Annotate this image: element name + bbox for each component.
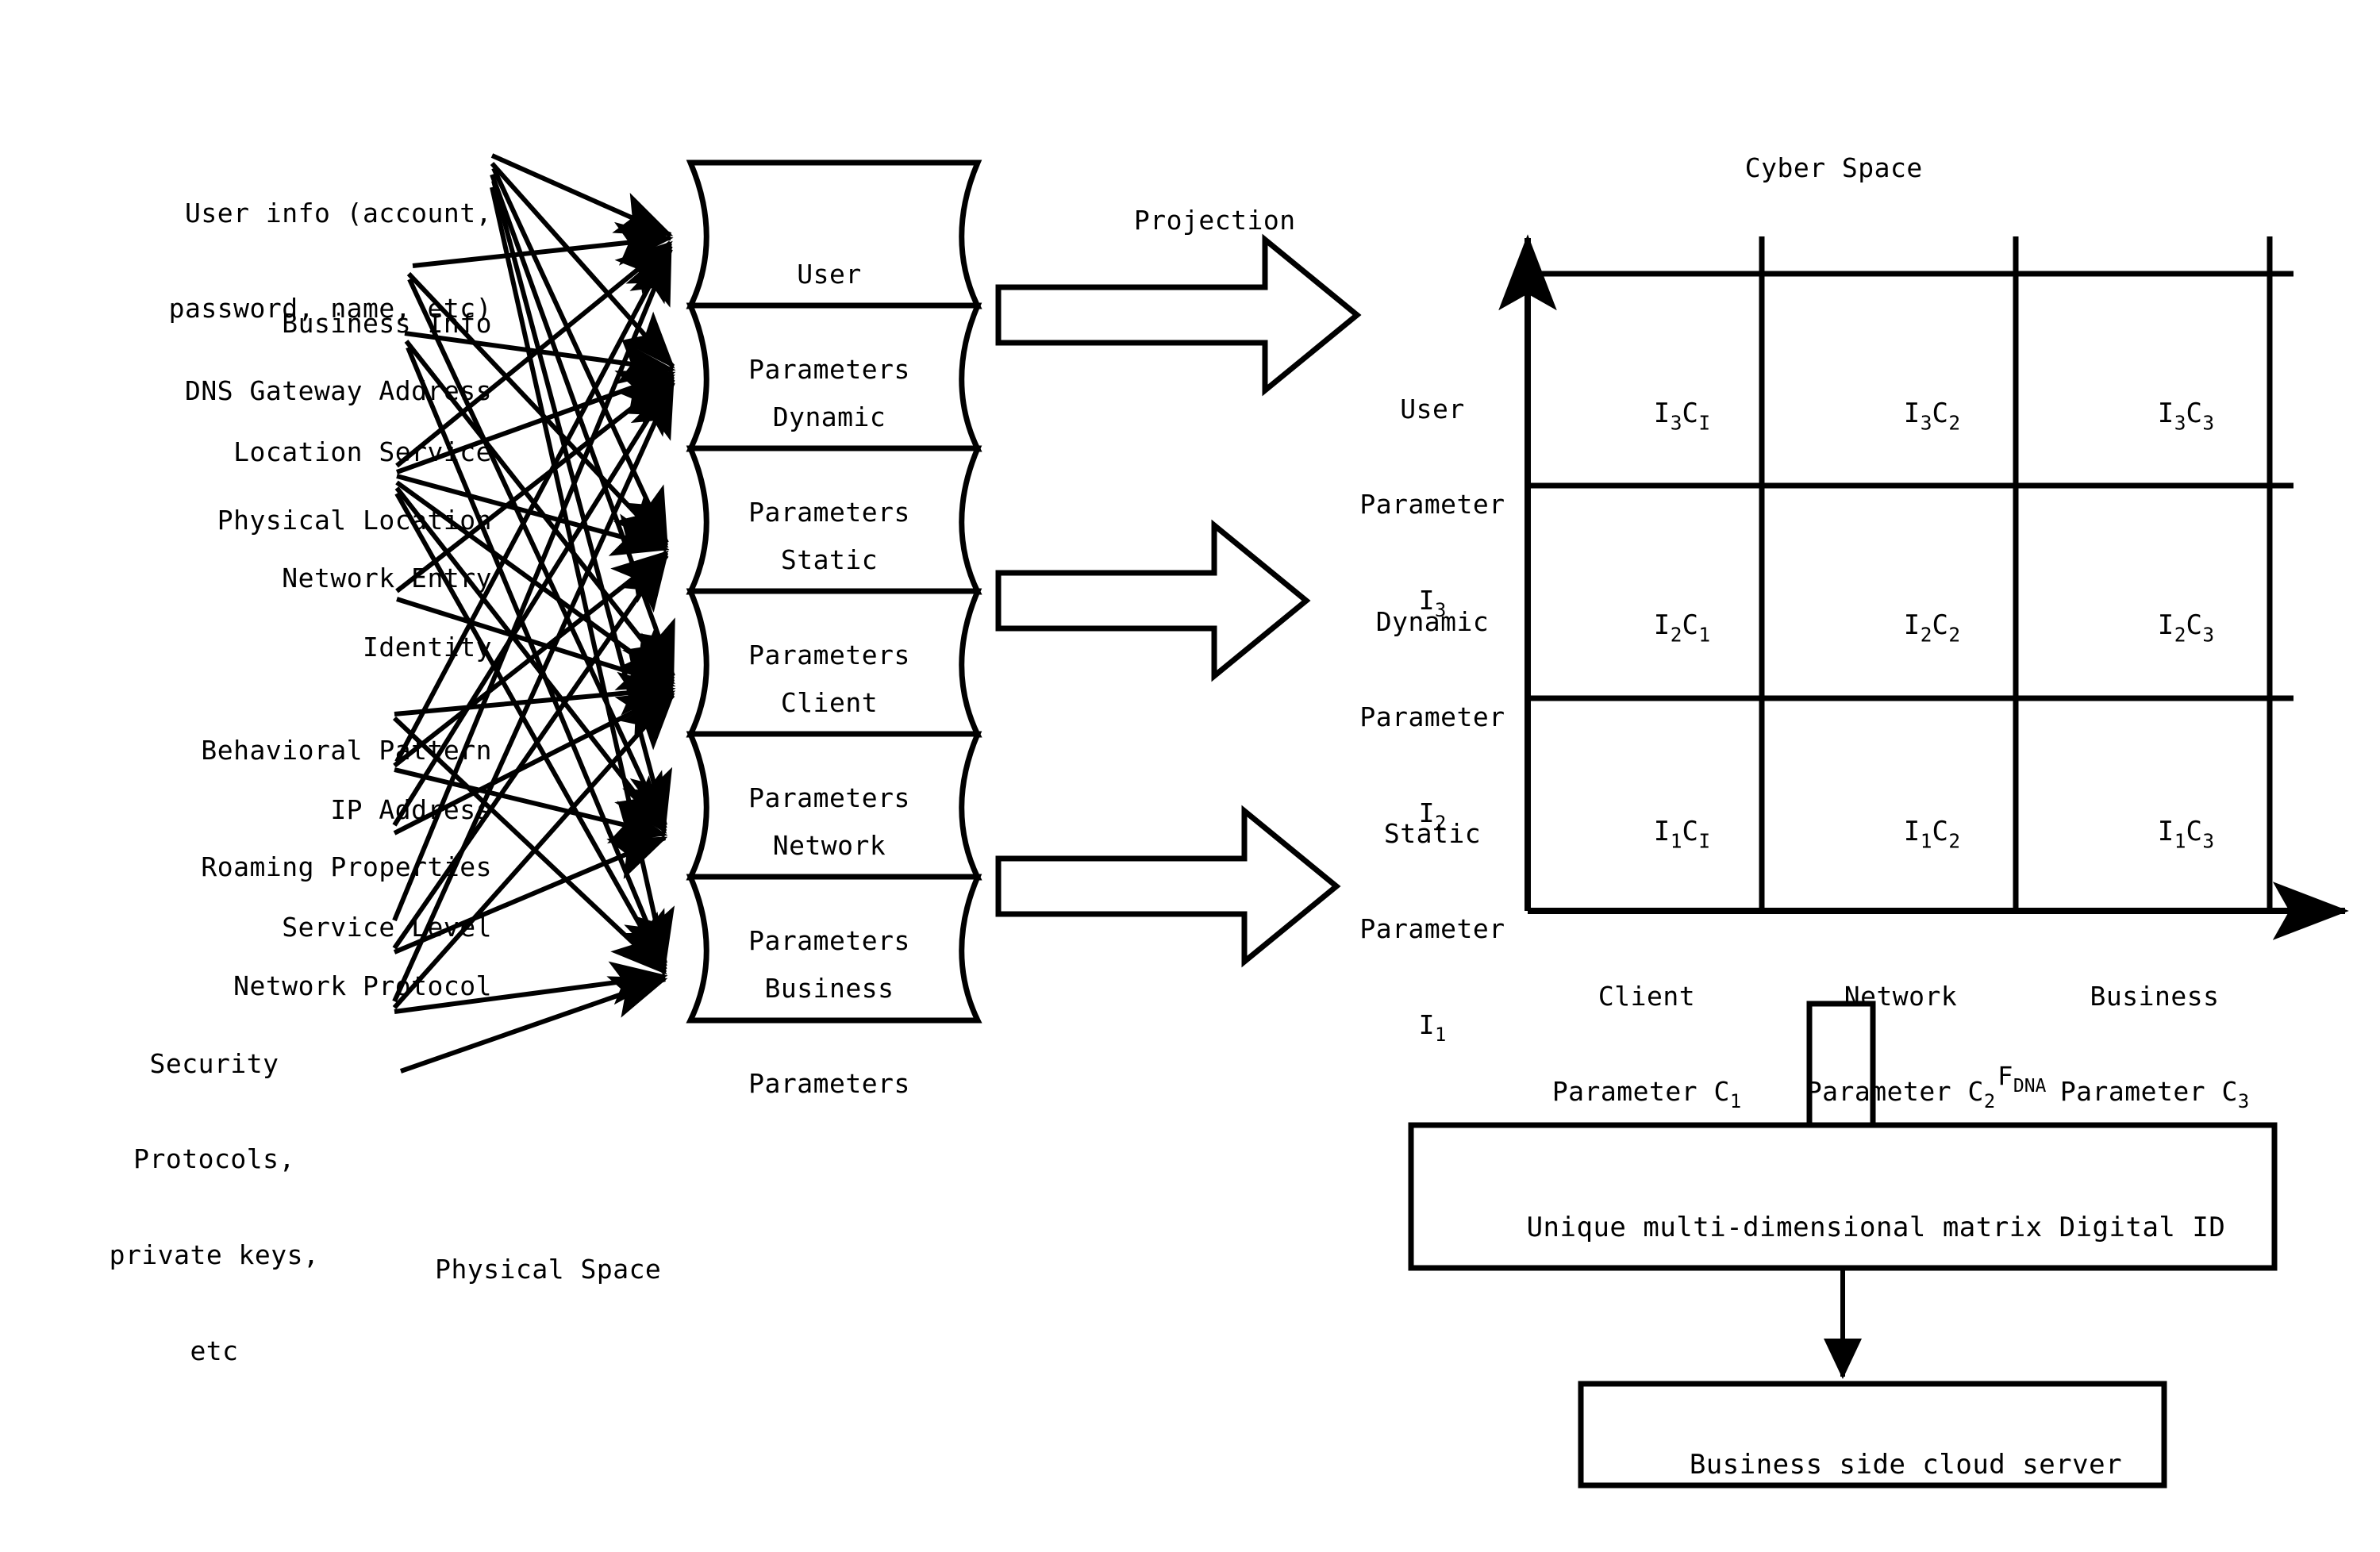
cell-symbol-b: C — [2186, 816, 2203, 848]
cell-symbol-a-sub: 2 — [1920, 623, 1932, 647]
cell-symbol-b-sub: 3 — [2202, 623, 2215, 647]
matrix-cell-r1c2: I3C2 — [1786, 365, 2012, 468]
physical-space-title: Physical Space — [317, 1222, 714, 1318]
cell-symbol-b-sub: 3 — [2202, 829, 2215, 853]
cell-symbol-a: I — [1903, 398, 1921, 430]
row-axis-label-line: Parameter — [1359, 913, 1505, 945]
cloud-server-box-text: Business side cloud server — [1689, 1449, 2123, 1481]
cell-symbol-a-sub: 1 — [1670, 829, 1682, 853]
cell-symbol-b: C — [1682, 816, 1699, 848]
cell-symbol-a-sub: 3 — [1670, 411, 1682, 435]
cell-symbol-b-sub: 2 — [1948, 623, 1961, 647]
parameter-box-label-line: Dynamic — [772, 401, 886, 432]
row-axis-symbol-sub: 1 — [1435, 1024, 1447, 1047]
cell-symbol-b: C — [1932, 816, 1949, 848]
parameter-box-label-line: Network — [772, 829, 886, 861]
row-axis-label-line: Static — [1383, 817, 1482, 849]
source-label-line: User info (account, — [185, 197, 492, 229]
cell-symbol-a: I — [2157, 609, 2174, 642]
column-axis-symbol-base: Parameter C — [1551, 1076, 1730, 1108]
fdna-label-sub: DNA — [2013, 1075, 2047, 1097]
parameter-box-label-line: Business — [764, 972, 894, 1004]
source-label-security-protocols: Security Protocols, private keys, etc — [24, 984, 405, 1431]
source-label-line: etc — [190, 1335, 239, 1366]
cell-symbol-a-sub: 3 — [2174, 411, 2186, 435]
column-axis-symbol-sub: 1 — [1729, 1090, 1742, 1113]
parameter-box-label-line: Parameters — [748, 1068, 910, 1100]
cell-symbol-a: I — [2157, 398, 2174, 430]
cell-symbol-a-sub: 2 — [1670, 623, 1682, 647]
cell-symbol-a: I — [1903, 609, 1921, 642]
column-axis-symbol-sub: 3 — [2237, 1090, 2250, 1113]
cell-symbol-a: I — [1903, 816, 1921, 848]
column-axis-label-client: Client Parameter C1 — [1532, 916, 1762, 1177]
column-axis-label-line: Client — [1598, 980, 1696, 1012]
projection-label-text: Projection — [1133, 205, 1296, 236]
projection-arrows — [995, 233, 1362, 968]
row-axis-symbol-base: I — [1418, 1009, 1436, 1040]
parameter-box-label-business: Business Parameters — [698, 909, 960, 1164]
matrix-cell-r3c3: I1C3 — [2040, 783, 2266, 886]
fdna-label-base: F — [1997, 1061, 2013, 1092]
cell-symbol-b-sub: 1 — [1698, 623, 1711, 647]
cell-symbol-b: C — [1682, 398, 1699, 430]
parameter-box-label-line: Static — [780, 544, 879, 575]
projection-arrow-static — [995, 805, 1341, 968]
matrix-cell-r2c3: I2C3 — [2040, 577, 2266, 680]
cell-symbol-a: I — [2157, 816, 2174, 848]
matrix-cell-r1c3: I3C3 — [2040, 365, 2266, 468]
row-axis-label-line: Parameter — [1359, 701, 1505, 733]
column-axis-label-business: Business Parameter C3 — [2040, 916, 2270, 1177]
column-axis-label-symbol: Parameter C1 — [1532, 1076, 1762, 1113]
projection-arrow-dynamic — [995, 519, 1311, 682]
column-axis-symbol-base: Parameter C — [2059, 1076, 2238, 1108]
source-label-line: Security — [149, 1047, 279, 1079]
column-axis-label-symbol: Parameter C3 — [2040, 1076, 2270, 1113]
cell-symbol-b-sub: 2 — [1948, 829, 1961, 853]
cyber-space-title: Cyber Space — [1643, 121, 1960, 217]
fdna-label: FDNA — [1935, 1030, 2046, 1128]
source-label-line: Identity — [363, 631, 492, 663]
row-axis-label-line: User — [1400, 393, 1465, 424]
cell-symbol-a: I — [1653, 609, 1671, 642]
cell-symbol-a-sub: 3 — [1920, 411, 1932, 435]
cell-symbol-a-sub: 1 — [1920, 829, 1932, 853]
digital-id-box-text: Unique multi-dimensional matrix Digital … — [1526, 1212, 2226, 1244]
row-axis-label-line: Parameter — [1359, 489, 1505, 521]
parameter-box-label-line: Client — [780, 686, 879, 718]
cell-symbol-b: C — [1682, 609, 1699, 642]
matrix-cell-r3c2: I1C2 — [1786, 783, 2012, 886]
cell-symbol-b: C — [1932, 609, 1949, 642]
cyber-space-title-text: Cyber Space — [1744, 152, 1923, 184]
cell-symbol-b-sub: I — [1698, 411, 1711, 435]
cell-symbol-b: C — [2186, 398, 2203, 430]
column-axis-label-line: Network — [1844, 980, 1958, 1012]
cell-symbol-a-sub: 1 — [2174, 829, 2186, 853]
matrix-cell-r2c1: I2C1 — [1536, 577, 1762, 680]
matrix-cell-r3c1: I1CI — [1536, 783, 1762, 886]
digital-id-box-label: Unique multi-dimensional matrix Digital … — [1411, 1179, 2274, 1277]
cell-symbol-a: I — [1653, 398, 1671, 430]
row-axis-label-symbol: I1 — [1341, 1009, 1524, 1047]
projection-label: Projection — [1055, 173, 1309, 269]
cell-symbol-a-sub: 2 — [2174, 623, 2186, 647]
source-label-line: Protocols, — [133, 1143, 295, 1175]
matrix-cell-r2c2: I2C2 — [1786, 577, 2012, 680]
cloud-server-box-label: Business side cloud server — [1581, 1416, 2164, 1515]
figure-canvas: User info (account, password, name, etc)… — [0, 0, 2380, 1552]
matrix-cell-r1c1: I3CI — [1536, 365, 1762, 468]
parameter-box-label-line: User — [797, 258, 862, 290]
cell-symbol-a: I — [1653, 816, 1671, 848]
column-axis-label-line: Business — [2090, 980, 2220, 1012]
physical-space-title-text: Physical Space — [435, 1254, 662, 1285]
cell-symbol-b-sub: 2 — [1948, 411, 1961, 435]
row-axis-label-line: Dynamic — [1375, 605, 1490, 637]
cell-symbol-b-sub: I — [1698, 829, 1711, 853]
row-axis-label-static-parameter: Static Parameter I1 — [1341, 754, 1524, 1111]
cell-symbol-b: C — [1932, 398, 1949, 430]
cell-symbol-b-sub: 3 — [2202, 411, 2215, 435]
cell-symbol-b: C — [2186, 609, 2203, 642]
